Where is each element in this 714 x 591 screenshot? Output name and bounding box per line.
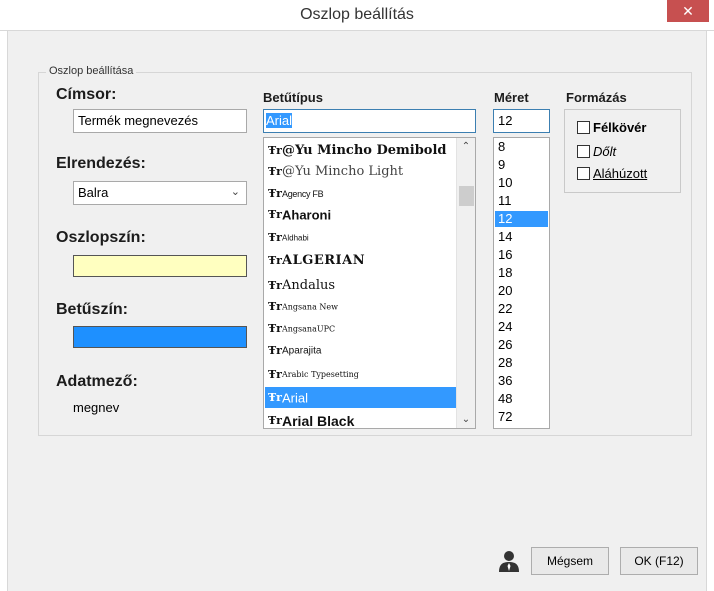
size-list[interactable]: 8 9 10 11 12 14 16 18 20 22 24 26 28 36 … [493, 137, 550, 429]
user-icon[interactable] [497, 549, 521, 573]
header-label: Címsor: [56, 86, 117, 103]
alignment-select[interactable]: Balra ⌄ [73, 181, 247, 205]
font-item[interactable]: ŦrAldhabi [265, 227, 457, 248]
scroll-thumb[interactable] [459, 186, 474, 206]
font-item-selected[interactable]: ŦrArial [265, 387, 457, 408]
font-label: Betűtípus [263, 90, 323, 105]
size-label: Méret [494, 90, 529, 105]
column-color-label: Oszlopszín: [56, 229, 146, 246]
bold-checkbox-label: Félkövér [593, 120, 647, 135]
size-item[interactable]: 18 [495, 265, 548, 281]
bold-checkbox-row[interactable]: Félkövér [577, 120, 646, 135]
chevron-down-icon: ⌄ [230, 186, 240, 198]
data-field-label: Adatmező: [56, 373, 138, 390]
title-bar: Oszlop beállítás ✕ [0, 0, 714, 31]
data-field-value: megnev [73, 400, 120, 415]
font-item[interactable]: ŦrAgency FB [265, 183, 457, 203]
underline-checkbox-row[interactable]: Aláhúzott [577, 166, 647, 181]
truetype-font-icon: Ŧr [268, 413, 282, 427]
underline-checkbox[interactable] [577, 167, 590, 180]
truetype-font-icon: Ŧr [268, 300, 282, 314]
size-item[interactable]: 8 [495, 139, 548, 155]
truetype-font-icon: Ŧr [268, 391, 282, 405]
truetype-font-icon: Ŧr [268, 367, 282, 381]
size-item[interactable]: 20 [495, 283, 548, 299]
font-item[interactable]: ŦrArabic Typesetting [265, 363, 457, 385]
font-list[interactable]: Ŧr@Yu Mincho Demibold Ŧr@Yu Mincho Light… [263, 137, 476, 429]
font-item[interactable]: Ŧr@Yu Mincho Demibold [265, 140, 457, 160]
truetype-font-icon: Ŧr [268, 344, 282, 358]
truetype-font-icon: Ŧr [268, 208, 282, 222]
alignment-value: Balra [78, 185, 109, 200]
truetype-font-icon: Ŧr [268, 278, 282, 292]
font-item[interactable]: ŦrAndalus [265, 274, 457, 296]
font-color-label: Betűszín: [56, 301, 128, 318]
size-item[interactable]: 24 [495, 319, 548, 335]
size-item[interactable]: 9 [495, 157, 548, 173]
font-input-value: Arial [266, 113, 293, 128]
size-item[interactable]: 26 [495, 337, 548, 353]
underline-checkbox-label: Aláhúzott [593, 166, 648, 181]
size-item[interactable]: 10 [495, 175, 548, 191]
group-legend: Oszlop beállítása [46, 65, 137, 77]
truetype-font-icon: Ŧr [268, 186, 282, 200]
truetype-font-icon: Ŧr [268, 322, 282, 336]
font-list-scrollbar[interactable]: ⌃ ⌄ [456, 138, 475, 428]
font-input[interactable]: Arial [263, 109, 476, 133]
size-item-selected[interactable]: 12 [495, 211, 548, 227]
size-item[interactable]: 72 [495, 409, 548, 425]
size-item[interactable]: 16 [495, 247, 548, 263]
column-color-swatch[interactable] [73, 255, 247, 277]
size-item[interactable]: 22 [495, 301, 548, 317]
size-item[interactable]: 28 [495, 355, 548, 371]
font-item[interactable]: ŦrAngsanaUPC [265, 318, 457, 339]
cancel-button[interactable]: Mégsem [531, 547, 609, 575]
window-title: Oszlop beállítás [300, 6, 414, 23]
window-frame-left [0, 31, 8, 591]
scroll-up-icon[interactable]: ⌃ [457, 141, 475, 152]
italic-checkbox-label: Dőlt [593, 144, 617, 159]
size-item[interactable]: 14 [495, 229, 548, 245]
truetype-font-icon: Ŧr [268, 253, 282, 267]
window-frame-right [706, 31, 714, 591]
truetype-font-icon: Ŧr [268, 143, 282, 157]
font-item[interactable]: ŦrArial Black [265, 410, 457, 428]
size-input[interactable]: 12 [493, 109, 550, 133]
font-item[interactable]: ŦrAparajita [265, 340, 457, 361]
truetype-font-icon: Ŧr [268, 164, 282, 178]
font-item[interactable]: ŦrAharoni [265, 204, 457, 225]
size-item[interactable]: 36 [495, 373, 548, 389]
font-item[interactable]: ŦrALGERIAN [265, 249, 457, 271]
alignment-label: Elrendezés: [56, 155, 146, 172]
size-item[interactable]: 11 [495, 193, 548, 209]
italic-checkbox[interactable] [577, 145, 590, 158]
header-input[interactable]: Termék megnevezés [73, 109, 247, 133]
ok-button[interactable]: OK (F12) [620, 547, 698, 575]
format-label: Formázás [566, 90, 627, 105]
scroll-down-icon[interactable]: ⌄ [457, 414, 475, 425]
italic-checkbox-row[interactable]: Dőlt [577, 144, 616, 159]
font-item[interactable]: Ŧr@Yu Mincho Light [265, 161, 457, 181]
close-button[interactable]: ✕ [667, 0, 709, 22]
bold-checkbox[interactable] [577, 121, 590, 134]
font-color-swatch[interactable] [73, 326, 247, 348]
size-item[interactable]: 48 [495, 391, 548, 407]
truetype-font-icon: Ŧr [268, 231, 282, 245]
font-item[interactable]: ŦrAngsana New [265, 296, 457, 317]
